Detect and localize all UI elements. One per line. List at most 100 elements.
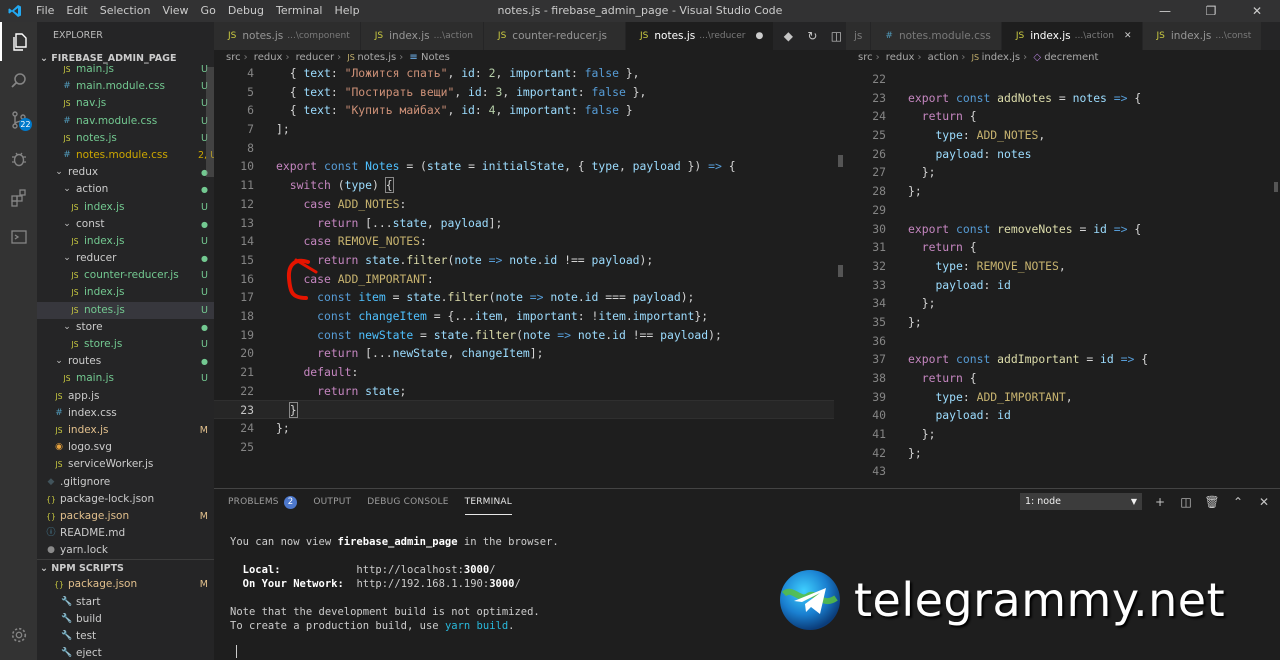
tree-file[interactable]: JS counter-reducer.js U (37, 267, 214, 284)
tree-folder[interactable]: ⌄ const ● (37, 216, 214, 233)
restore-icon[interactable]: ❐ (1188, 0, 1234, 22)
tree-file[interactable]: JS index.js U (37, 233, 214, 250)
unsaved-dot-icon[interactable]: ● (756, 22, 764, 50)
code-line: 15 return state.filter(note => note.id !… (240, 252, 654, 267)
tree-folder[interactable]: ⌄ reducer ● (37, 250, 214, 267)
tree-file[interactable]: # nav.module.css U (37, 113, 214, 130)
tree-file[interactable]: JS serviceWorker.js (37, 456, 214, 473)
breadcrumb-item[interactable]: decrement (1044, 52, 1098, 63)
minimize-icon[interactable]: — (1142, 0, 1188, 22)
tab-output[interactable]: OUTPUT (313, 489, 351, 515)
close-window-icon[interactable]: ✕ (1234, 0, 1280, 22)
breadcrumb-item[interactable]: redux (254, 52, 283, 63)
tree-file[interactable]: ◆ .gitignore (37, 474, 214, 491)
breadcrumb-item[interactable]: action (928, 52, 959, 63)
tree-folder[interactable]: ⌄ redux ● (37, 164, 214, 181)
tab-counter-reducer[interactable]: JS counter-reducer.js (483, 22, 626, 50)
tree-file[interactable]: JS index.js U (37, 199, 214, 216)
breadcrumb-item[interactable]: reducer (296, 52, 335, 63)
tree-file[interactable]: {} package.json M (37, 576, 214, 593)
tree-file[interactable]: 🔧 start (37, 594, 214, 611)
tab-notes-reducer[interactable]: JS notes.js ...\reducer ● (626, 22, 775, 50)
tree-file[interactable]: 🔧 build (37, 611, 214, 628)
split-terminal-icon[interactable]: ◫ (1178, 495, 1194, 509)
tree-file[interactable]: ● yarn.lock (37, 542, 214, 559)
search-activity[interactable] (0, 61, 37, 100)
settings-activity[interactable] (0, 615, 37, 654)
split-editor-icon[interactable]: ◫ (828, 29, 844, 43)
files-icon (12, 32, 27, 51)
tree-file[interactable]: JS main.js U (37, 370, 214, 387)
tab-notes-module-css[interactable]: # notes.module.css (871, 22, 1002, 50)
tree-folder[interactable]: ⌄ routes ● (37, 353, 214, 370)
tree-file[interactable]: JS nav.js U (37, 95, 214, 112)
search-icon (10, 72, 26, 88)
menu-go[interactable]: Go (195, 0, 222, 22)
tree-file[interactable]: JS main.js U (37, 61, 214, 78)
menu-help[interactable]: Help (329, 0, 366, 22)
add-terminal-icon[interactable]: + (1152, 495, 1168, 509)
menu-edit[interactable]: Edit (60, 0, 93, 22)
tab-partial-js[interactable]: js (846, 22, 872, 50)
code-line: 36 (872, 333, 886, 348)
tree-file[interactable]: JS index.js M (37, 422, 214, 439)
gear-icon (11, 627, 26, 642)
tree-file[interactable]: # notes.module.css 2, U (37, 147, 214, 164)
chevron-up-icon[interactable]: ⌃ (1230, 495, 1246, 509)
tab-notes-component[interactable]: JS notes.js ...\component (214, 22, 361, 50)
tree-file[interactable]: {} package.json M (37, 508, 214, 525)
right-code-editor[interactable]: 22 23 export const addNotes = notes => { … (846, 70, 1272, 481)
tree-file[interactable]: JS index.js U (37, 284, 214, 301)
tab-debug-console[interactable]: DEBUG CONSOLE (367, 489, 448, 515)
tab-index-action[interactable]: JS index.js ...\action (360, 22, 484, 50)
menu-debug[interactable]: Debug (222, 0, 270, 22)
breadcrumb-item[interactable]: index.js (982, 52, 1021, 63)
trash-icon[interactable]: 🗑 (1204, 495, 1220, 509)
tab-index-action-right[interactable]: JS index.js ...\action ✕ (1001, 22, 1143, 50)
breadcrumb-item[interactable]: src (226, 52, 241, 63)
tree-file[interactable]: # index.css (37, 405, 214, 422)
tree-file[interactable]: JS notes.js U (37, 301, 214, 319)
tree-folder[interactable]: ⌄ action ● (37, 181, 214, 198)
code-line: 34 }; (872, 296, 936, 311)
terminal-output[interactable]: You can now view firebase_admin_page in … (230, 535, 559, 633)
tree-file[interactable]: JS notes.js U (37, 130, 214, 147)
remote-activity[interactable] (0, 217, 37, 256)
tree-file[interactable]: 🔧 test (37, 628, 214, 645)
editor-scroll-marker (838, 265, 843, 277)
open-changes-icon[interactable]: ↻ (804, 29, 820, 43)
tab-problems[interactable]: PROBLEMS 2 (228, 489, 298, 515)
sidebar-scrollbar[interactable] (206, 67, 214, 177)
tree-folder[interactable]: ⌄ store ● (37, 319, 214, 336)
source-control-activity[interactable]: 22 (0, 100, 37, 139)
tree-file[interactable]: JS store.js U (37, 336, 214, 353)
breadcrumb-item[interactable]: notes.js (357, 52, 396, 63)
tree-item-label: yarn.lock (60, 544, 108, 557)
tab-terminal[interactable]: TERMINAL (464, 489, 513, 515)
extensions-activity[interactable] (0, 178, 37, 217)
chevron-down-icon: ⌄ (63, 321, 71, 332)
menu-file[interactable]: File (30, 0, 60, 22)
terminal-select[interactable]: 1: node ▼ (1020, 493, 1142, 510)
breadcrumb-item[interactable]: redux (886, 52, 915, 63)
code-line: 29 (872, 202, 886, 217)
menu-view[interactable]: View (156, 0, 194, 22)
menu-selection[interactable]: Selection (94, 0, 157, 22)
debug-activity[interactable] (0, 139, 37, 178)
menu-terminal[interactable]: Terminal (270, 0, 329, 22)
tab-index-const[interactable]: JS index.js ...\const (1142, 22, 1263, 50)
tree-file[interactable]: JS app.js (37, 388, 214, 405)
npm-scripts-header[interactable]: ⌄ NPM SCRIPTS (37, 559, 214, 576)
close-panel-icon[interactable]: ✕ (1256, 495, 1272, 509)
git-compare-icon[interactable]: ◆ (780, 29, 796, 43)
explorer-activity[interactable] (0, 22, 37, 61)
breadcrumb-item[interactable]: src (858, 52, 873, 63)
breadcrumb-item[interactable]: Notes (421, 52, 450, 63)
close-tab-icon[interactable]: ✕ (1124, 22, 1132, 50)
tree-file[interactable]: # main.module.css U (37, 78, 214, 95)
tree-file[interactable]: ⓘ README.md (37, 525, 214, 542)
tree-file[interactable]: 🔧 eject (37, 645, 214, 660)
tree-file[interactable]: ◉ logo.svg (37, 439, 214, 456)
left-code-editor[interactable]: 4 { text: "Ложится спать", id: 2, import… (214, 64, 834, 456)
tree-file[interactable]: {} package-lock.json (37, 491, 214, 508)
